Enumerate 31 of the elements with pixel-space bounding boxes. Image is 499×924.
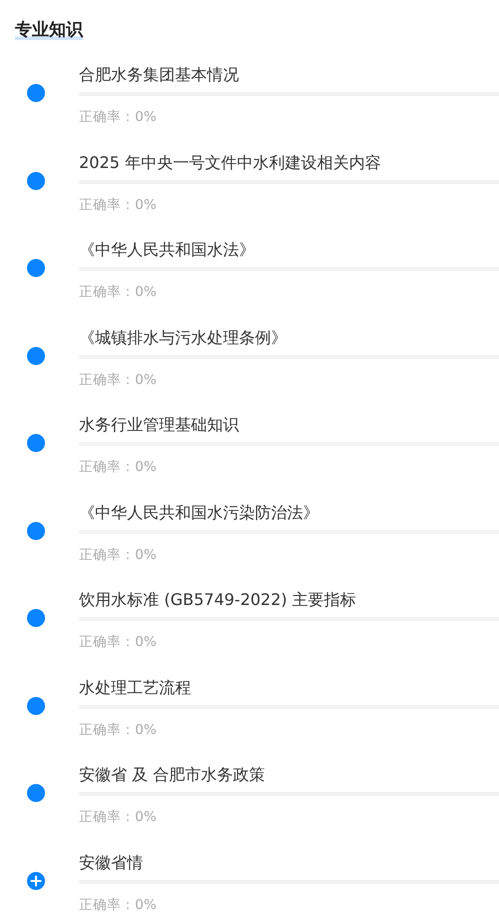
accuracy-text: 正确率：0% [79,720,158,738]
accuracy-text: 正确率：0% [79,108,158,126]
dot-icon[interactable] [26,784,44,802]
topic-title[interactable]: 水处理工艺流程 [79,676,499,698]
dot-icon[interactable] [26,346,44,364]
plus-icon[interactable] [26,872,44,890]
accuracy-text: 正确率：0% [79,196,158,214]
accuracy-text: 正确率：0% [79,896,158,914]
dot-icon[interactable] [26,84,44,102]
topic-title[interactable]: 《中华人民共和国水污染防治法》 [79,502,499,524]
topic-title[interactable]: 安徽省情 [79,852,499,874]
dot-icon[interactable] [26,609,44,627]
topic-title[interactable]: 合肥水务集团基本情况 [79,64,499,86]
accuracy-text: 正确率：0% [79,546,158,564]
dot-icon[interactable] [26,522,44,540]
section-title: 专业知识 [15,18,83,42]
dot-icon[interactable] [26,434,44,452]
topic-title[interactable]: 饮用水标准 (GB5749-2022) 主要指标 [79,589,499,611]
accuracy-text: 正确率：0% [79,283,158,301]
topic-title[interactable]: 水务行业管理基础知识 [79,414,499,436]
accuracy-text: 正确率：0% [79,370,158,388]
topic-title[interactable]: 安徽省 及 合肥市水务政策 [79,764,499,786]
topic-title[interactable]: 2025 年中央一号文件中水利建设相关内容 [79,152,499,174]
topic-title[interactable]: 《城镇排水与污水处理条例》 [79,326,499,348]
accuracy-text: 正确率：0% [79,808,158,826]
dot-icon[interactable] [26,259,44,277]
topic-title[interactable]: 《中华人民共和国水法》 [79,239,499,261]
dot-icon[interactable] [26,172,44,190]
dot-icon[interactable] [26,696,44,714]
accuracy-text: 正确率：0% [79,458,158,476]
accuracy-text: 正确率：0% [79,633,158,651]
